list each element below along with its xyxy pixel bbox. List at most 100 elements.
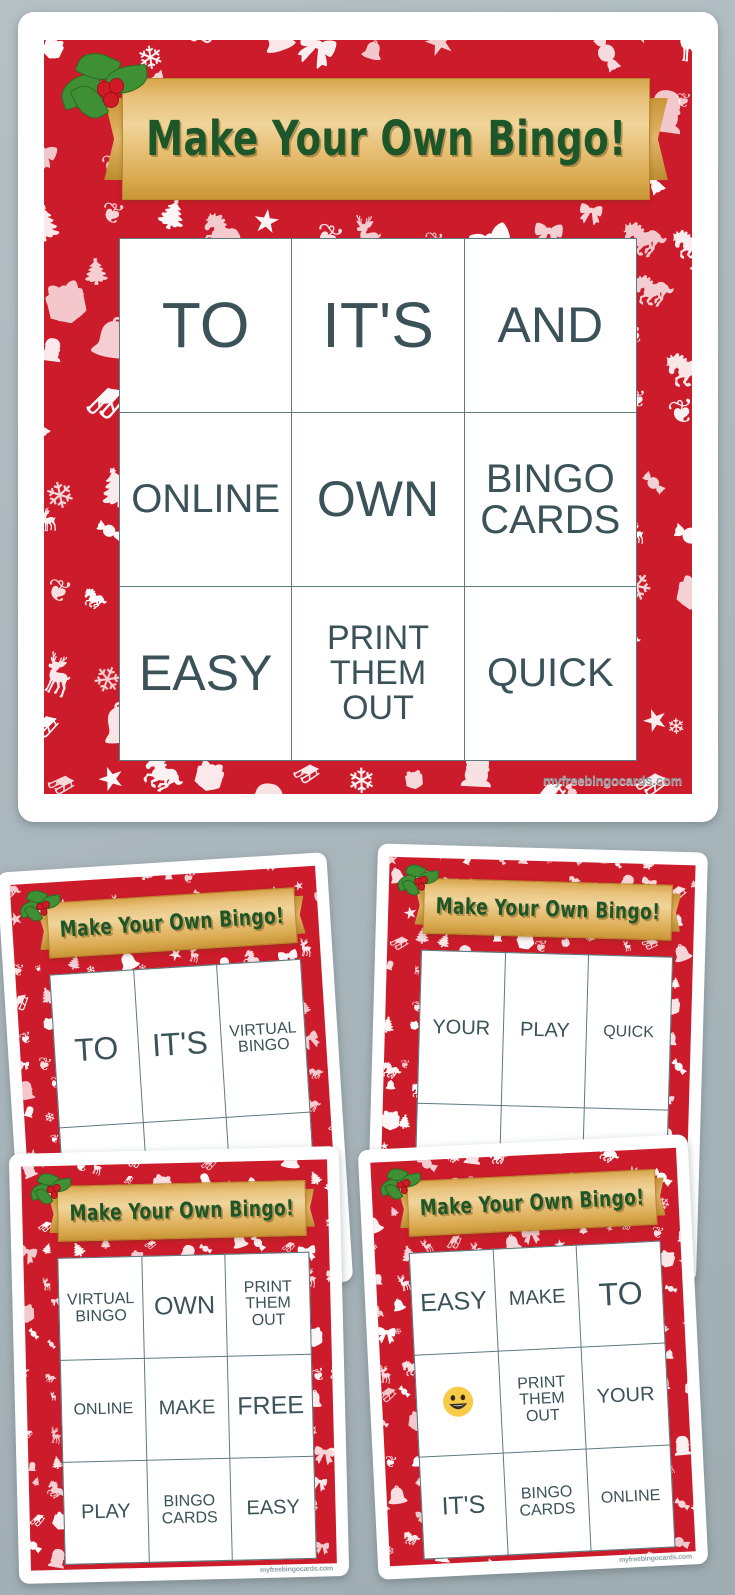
star-icon: ★: [90, 69, 120, 103]
candy-cane-icon: 🍬: [374, 1415, 391, 1431]
bingo-cell[interactable]: PLAY: [501, 953, 589, 1108]
rocking-horse-icon: 🐎: [379, 1502, 392, 1515]
bell-icon: 🔔: [370, 1212, 386, 1239]
bell-icon: 🔔: [390, 1297, 408, 1314]
bingo-cell[interactable]: OWN: [142, 1254, 228, 1358]
sleigh-icon: 🛷: [338, 866, 340, 872]
bingo-cell[interactable]: TO: [576, 1241, 665, 1347]
holly-sprig-icon: ❦: [382, 1452, 399, 1472]
bingo-cell[interactable]: BINGO CARDS: [503, 1449, 591, 1555]
bingo-cell[interactable]: PRINT THEM OUT: [225, 1252, 311, 1356]
bingo-cell[interactable]: VIRTUAL BINGO: [217, 959, 310, 1117]
bingo-cell[interactable]: OWN: [292, 413, 464, 586]
snowflake-icon: ❄: [42, 1108, 57, 1126]
candy-cane-icon: 🍬: [662, 1280, 680, 1297]
bow-icon: 🎀: [44, 134, 62, 175]
bingo-cell[interactable]: ONLINE: [586, 1445, 675, 1551]
holly-sprig-icon: ❦: [673, 89, 692, 114]
christmas-tree-icon: 🎄: [378, 1016, 398, 1036]
reindeer-icon: 🦌: [48, 1391, 60, 1402]
rocking-horse-icon: 🐎: [9, 878, 23, 901]
bingo-cell[interactable]: EASY: [409, 1249, 498, 1355]
bell-icon: 🔔: [690, 132, 692, 173]
bingo-cell-label: IT'S: [440, 1490, 486, 1521]
reindeer-icon: 🦌: [295, 937, 318, 958]
rocking-horse-icon: 🐎: [660, 341, 692, 398]
bingo-cell[interactable]: AND: [464, 239, 636, 412]
bingo-cell-label: MAKE: [158, 1396, 216, 1420]
bingo-cell-label: AND: [497, 297, 604, 353]
sleigh-icon: 🛷: [375, 1384, 399, 1406]
santa-icon: 🎅: [675, 1230, 690, 1243]
bingo-cell[interactable]: PRINT THEM OUT: [292, 587, 464, 760]
bingo-cell-label: YOUR: [432, 1015, 491, 1040]
bingo-cell[interactable]: TO: [120, 239, 292, 412]
santa-icon: 🎅: [460, 856, 474, 867]
candy-cane-icon: 🍬: [668, 514, 692, 558]
bingo-cell[interactable]: IT'S: [292, 239, 464, 412]
bingo-cell[interactable]: YOUR: [417, 950, 505, 1105]
bingo-cell[interactable]: EASY: [120, 587, 292, 760]
bell-icon: 🔔: [279, 1159, 303, 1170]
thumbnail-card-4[interactable]: 🎄🎀🎅❦🎅★❄★🎅🎅🎄🎁❄🛷🍬❦❦❄🍬🐎🎅🐎🐎🦌🔔🐎🛷🎅🎄🎁🎁🎅🐎🦌🎅❄❦🎁🎀❄…: [357, 1134, 709, 1580]
watermark-text: myfreebingocards.com: [618, 1553, 693, 1565]
main-bingo-card[interactable]: 🎁🎀🎄❄🦌🎁🍬🔔🍬🛷🎁🎁🍬🎄🎅🎄🎁★❄🛷🔔🎀🔔★🔔🐎🍬★🦌❦🎄❄★🍬🦌🎅🦌🍬❦🛷…: [18, 12, 718, 822]
holly-sprig-icon: ❦: [10, 961, 25, 981]
bingo-cell-label: ONLINE: [73, 1400, 134, 1419]
christmas-tree-icon: 🎄: [484, 1557, 497, 1567]
santa-icon: 🎅: [21, 1159, 41, 1182]
bingo-cell[interactable]: [414, 1351, 503, 1457]
star-icon: ★: [331, 1040, 341, 1053]
bingo-grid[interactable]: TO IT'S AND ONLINE OWN BINGO CARDS EASY PRINT T…: [119, 238, 637, 761]
christmas-tree-icon: 🎄: [67, 1239, 89, 1260]
bingo-cell[interactable]: PLAY: [63, 1460, 149, 1564]
gift-icon: 🎁: [692, 1033, 696, 1051]
gift-icon: 🎁: [559, 937, 572, 950]
bingo-cell[interactable]: EASY: [230, 1456, 316, 1560]
bingo-cell[interactable]: FREE: [228, 1354, 314, 1458]
bingo-cell[interactable]: IT'S: [419, 1453, 508, 1559]
bingo-cell-label: ONLINE: [131, 477, 281, 522]
bingo-cell[interactable]: BINGO CARDS: [146, 1458, 233, 1562]
gift-icon: 🎁: [402, 769, 426, 792]
bingo-cell[interactable]: TO: [50, 970, 143, 1128]
bingo-grid[interactable]: EASY MAKE TO PRINT THEM OUT YOUR IT'S BINGO CA…: [408, 1240, 676, 1560]
bingo-cell-label: OWN: [153, 1290, 216, 1321]
bingo-cell-label: PRINT THEM OUT: [326, 619, 429, 727]
candy-cane-icon: 🍬: [668, 1058, 689, 1077]
reindeer-icon: 🦌: [335, 1533, 337, 1544]
sleigh-icon: 🛷: [44, 713, 61, 743]
bingo-cell[interactable]: MAKE: [493, 1245, 581, 1351]
star-icon: ★: [417, 40, 462, 66]
candy-cane-icon: 🍬: [690, 1403, 696, 1422]
bell-icon: 🔔: [331, 1304, 337, 1318]
bingo-cell[interactable]: PRINT THEM OUT: [498, 1347, 586, 1453]
bingo-cell[interactable]: YOUR: [581, 1343, 670, 1449]
bingo-grid[interactable]: VIRTUAL BINGO OWN PRINT THEM OUT ONLINE MAKE…: [57, 1251, 317, 1565]
bingo-cell[interactable]: VIRTUAL BINGO: [58, 1256, 144, 1360]
bingo-cell[interactable]: ONLINE: [60, 1358, 146, 1462]
thumbnail-card-3[interactable]: 🎅🎀🎀🍬🎄❦🎄🎄🍬🎁🎅🎁🎅❄🐎🎀🎅★❦🦌🛷❄❦🛷🔔❄🔔🦌🛷🍬❄🍬★🐎🛷🛷🎁★🎅🦌…: [8, 1146, 350, 1584]
candy-cane-icon: 🍬: [564, 856, 587, 868]
bingo-cell[interactable]: ONLINE: [120, 413, 292, 586]
candy-cane-icon: 🍬: [21, 1180, 26, 1196]
candy-cane-icon: 🍬: [692, 1182, 696, 1196]
star-icon: ★: [540, 1559, 557, 1566]
holly-sprig-icon: ❦: [49, 1133, 60, 1146]
santa-icon: 🎅: [370, 1180, 374, 1191]
bingo-cell[interactable]: QUICK: [464, 587, 636, 760]
banner-title-text: Make Your Own Bingo!: [58, 903, 285, 943]
bingo-cell[interactable]: BINGO CARDS: [464, 413, 636, 586]
bingo-cell[interactable]: QUICK: [585, 955, 672, 1110]
star-icon: ★: [9, 906, 26, 931]
bow-icon: 🎀: [318, 939, 341, 961]
gift-icon: 🎁: [671, 573, 692, 615]
bingo-cell[interactable]: IT'S: [133, 965, 226, 1123]
bingo-cell-label: IT'S: [150, 1023, 209, 1064]
bingo-cell[interactable]: MAKE: [144, 1356, 230, 1460]
reindeer-icon: 🦌: [666, 40, 692, 63]
star-icon: ★: [91, 755, 131, 794]
candy-cane-icon: 🍬: [640, 471, 668, 496]
holly-sprig-icon: ❦: [690, 1292, 696, 1304]
rocking-horse-icon: 🐎: [596, 1147, 622, 1166]
